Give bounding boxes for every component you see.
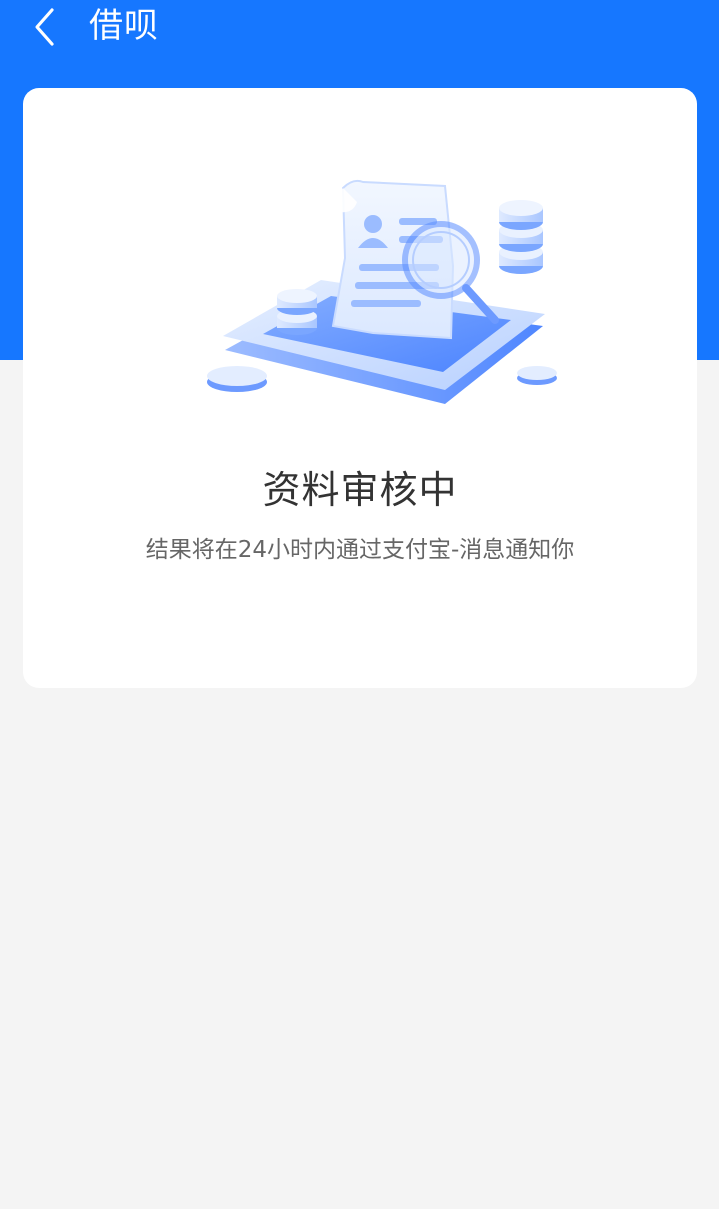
status-card: 资料审核中 结果将在24小时内通过支付宝-消息通知你 <box>23 88 697 688</box>
status-title: 资料审核中 <box>262 468 458 512</box>
page-title: 借呗 <box>89 6 159 46</box>
document-review-illustration <box>207 179 557 404</box>
chevron-left-icon <box>35 8 54 46</box>
nav-bar: 借呗 <box>0 0 719 56</box>
status-description: 结果将在24小时内通过支付宝-消息通知你 <box>145 537 575 563</box>
back-button[interactable] <box>24 6 64 48</box>
page: 借呗 资料审核中 结果将在24小时内通过支付宝-消息通知你 <box>0 0 719 1209</box>
